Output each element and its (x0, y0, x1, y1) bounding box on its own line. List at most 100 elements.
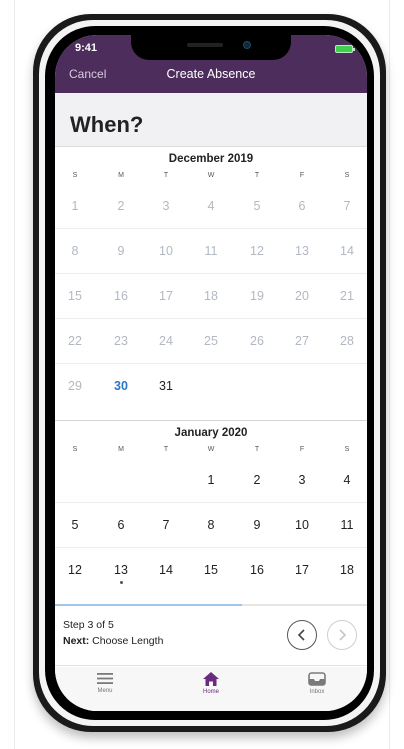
week-row: 15 16 17 18 19 20 21 (55, 274, 367, 319)
day-cell (191, 364, 231, 409)
day-cell[interactable]: 7 (146, 503, 186, 548)
day-cell[interactable]: 5 (55, 503, 95, 548)
weekday-label: S (72, 446, 78, 453)
day-cell: 10 (159, 244, 173, 258)
day-cell (282, 364, 322, 409)
day-cell: 13 (295, 244, 309, 258)
day-cell: 15 (68, 289, 82, 303)
day-cell: 7 (343, 199, 351, 213)
day-cell[interactable]: 2 (237, 458, 277, 503)
speaker-grille (187, 43, 223, 47)
day-cell: 22 (68, 334, 82, 348)
day-cell[interactable]: 17 (282, 548, 322, 593)
tab-label: Home (202, 689, 219, 695)
day-cell[interactable]: 12 (55, 548, 95, 593)
question-title: When? (70, 112, 144, 137)
day-cell: 23 (114, 334, 128, 348)
day-cell: 4 (207, 199, 215, 213)
day-cell: 27 (295, 334, 309, 348)
step-count: Step 3 of 5 (63, 619, 114, 631)
week-row: 29 30 31 (55, 364, 367, 409)
weekday-label: F (299, 446, 305, 453)
day-cell[interactable]: 11 (327, 503, 367, 548)
day-cell[interactable]: 13 (101, 548, 141, 593)
day-cell: 20 (295, 289, 309, 303)
next-step-label: Next: (63, 635, 90, 647)
month-title: December 2019 (168, 153, 254, 165)
question-bar: When? (55, 93, 367, 147)
weekday-label: M (118, 172, 124, 179)
day-cell (101, 458, 141, 503)
day-cell: 11 (204, 244, 218, 258)
tab-label: Menu (97, 688, 113, 694)
day-cell[interactable]: 1 (191, 458, 231, 503)
day-cell[interactable]: 10 (282, 503, 322, 548)
day-cell[interactable]: 18 (327, 548, 367, 593)
day-cell: 18 (204, 289, 218, 303)
weekday-label: S (72, 172, 78, 179)
day-cell[interactable]: 4 (327, 458, 367, 503)
day-cell (55, 458, 95, 503)
day-cell (237, 364, 277, 409)
month-january: January 2020 S M T W T F S 1 2 3 4 5 6 7… (55, 421, 367, 604)
tab-bar: Menu Home Inbox (55, 667, 367, 711)
inbox-icon (308, 672, 326, 686)
week-row: 22 23 24 25 26 27 28 (55, 319, 367, 364)
event-dot (120, 581, 123, 584)
weekday-label: T (254, 446, 260, 453)
day-cell[interactable]: 16 (237, 548, 277, 593)
day-cell: 29 (68, 379, 82, 393)
weekday-label: S (344, 446, 350, 453)
weekday-label: F (299, 172, 305, 179)
weekday-label: M (118, 446, 124, 453)
weekday-header: S M T W T F S (55, 172, 367, 182)
home-icon (203, 672, 219, 686)
day-cell: 12 (250, 244, 264, 258)
menu-icon (97, 673, 113, 684)
today-cell[interactable]: 30 (101, 364, 141, 409)
day-cell: 8 (71, 244, 79, 258)
day-cell[interactable]: 14 (146, 548, 186, 593)
day-cell[interactable]: 8 (191, 503, 231, 548)
week-row: 8 9 10 11 12 13 14 (55, 229, 367, 274)
day-cell: 19 (250, 289, 264, 303)
front-camera (243, 41, 251, 49)
week-row: 1 2 3 4 (55, 458, 367, 503)
weekday-label: S (344, 172, 350, 179)
week-row: 12 13 14 15 16 17 18 (55, 548, 367, 593)
week-row: 1 2 3 4 5 6 7 (55, 184, 367, 229)
month-december: December 2019 S M T W T F S 1 2 3 4 5 6 … (55, 147, 367, 421)
day-cell[interactable]: 9 (237, 503, 277, 548)
day-cell: 28 (340, 334, 354, 348)
week-row: 5 6 7 8 9 10 11 (55, 503, 367, 548)
day-cell[interactable]: 3 (282, 458, 322, 503)
previous-step-button[interactable] (287, 620, 317, 650)
status-time: 9:41 (75, 42, 98, 54)
day-cell: 9 (117, 244, 125, 258)
day-cell: 21 (340, 289, 354, 303)
battery-icon (335, 45, 355, 53)
weekday-label: W (207, 446, 215, 453)
screen-title: Create Absence (166, 67, 256, 81)
step-panel: Step 3 of 5 Next: Choose Length (55, 606, 367, 666)
tab-inbox[interactable]: Inbox (277, 672, 357, 706)
tab-menu[interactable]: Menu (65, 672, 145, 706)
chevron-right-icon (339, 629, 347, 641)
tab-home[interactable]: Home (171, 672, 251, 706)
day-cell: 25 (204, 334, 218, 348)
tab-label: Inbox (309, 689, 325, 695)
day-cell: 26 (250, 334, 264, 348)
phone-screen: 9:41 Cancel Create Absence When? Decembe… (55, 35, 367, 711)
day-cell (327, 364, 367, 409)
day-cell: 1 (71, 199, 79, 213)
day-cell[interactable]: 31 (146, 364, 186, 409)
day-cell[interactable]: 15 (191, 548, 231, 593)
day-cell (146, 458, 186, 503)
day-cell: 5 (253, 199, 261, 213)
weekday-label: T (254, 172, 260, 179)
weekday-label: W (207, 172, 215, 179)
day-cell: 6 (298, 199, 306, 213)
phone-notch (131, 35, 291, 60)
next-step-button[interactable] (327, 620, 357, 650)
day-cell[interactable]: 6 (101, 503, 141, 548)
